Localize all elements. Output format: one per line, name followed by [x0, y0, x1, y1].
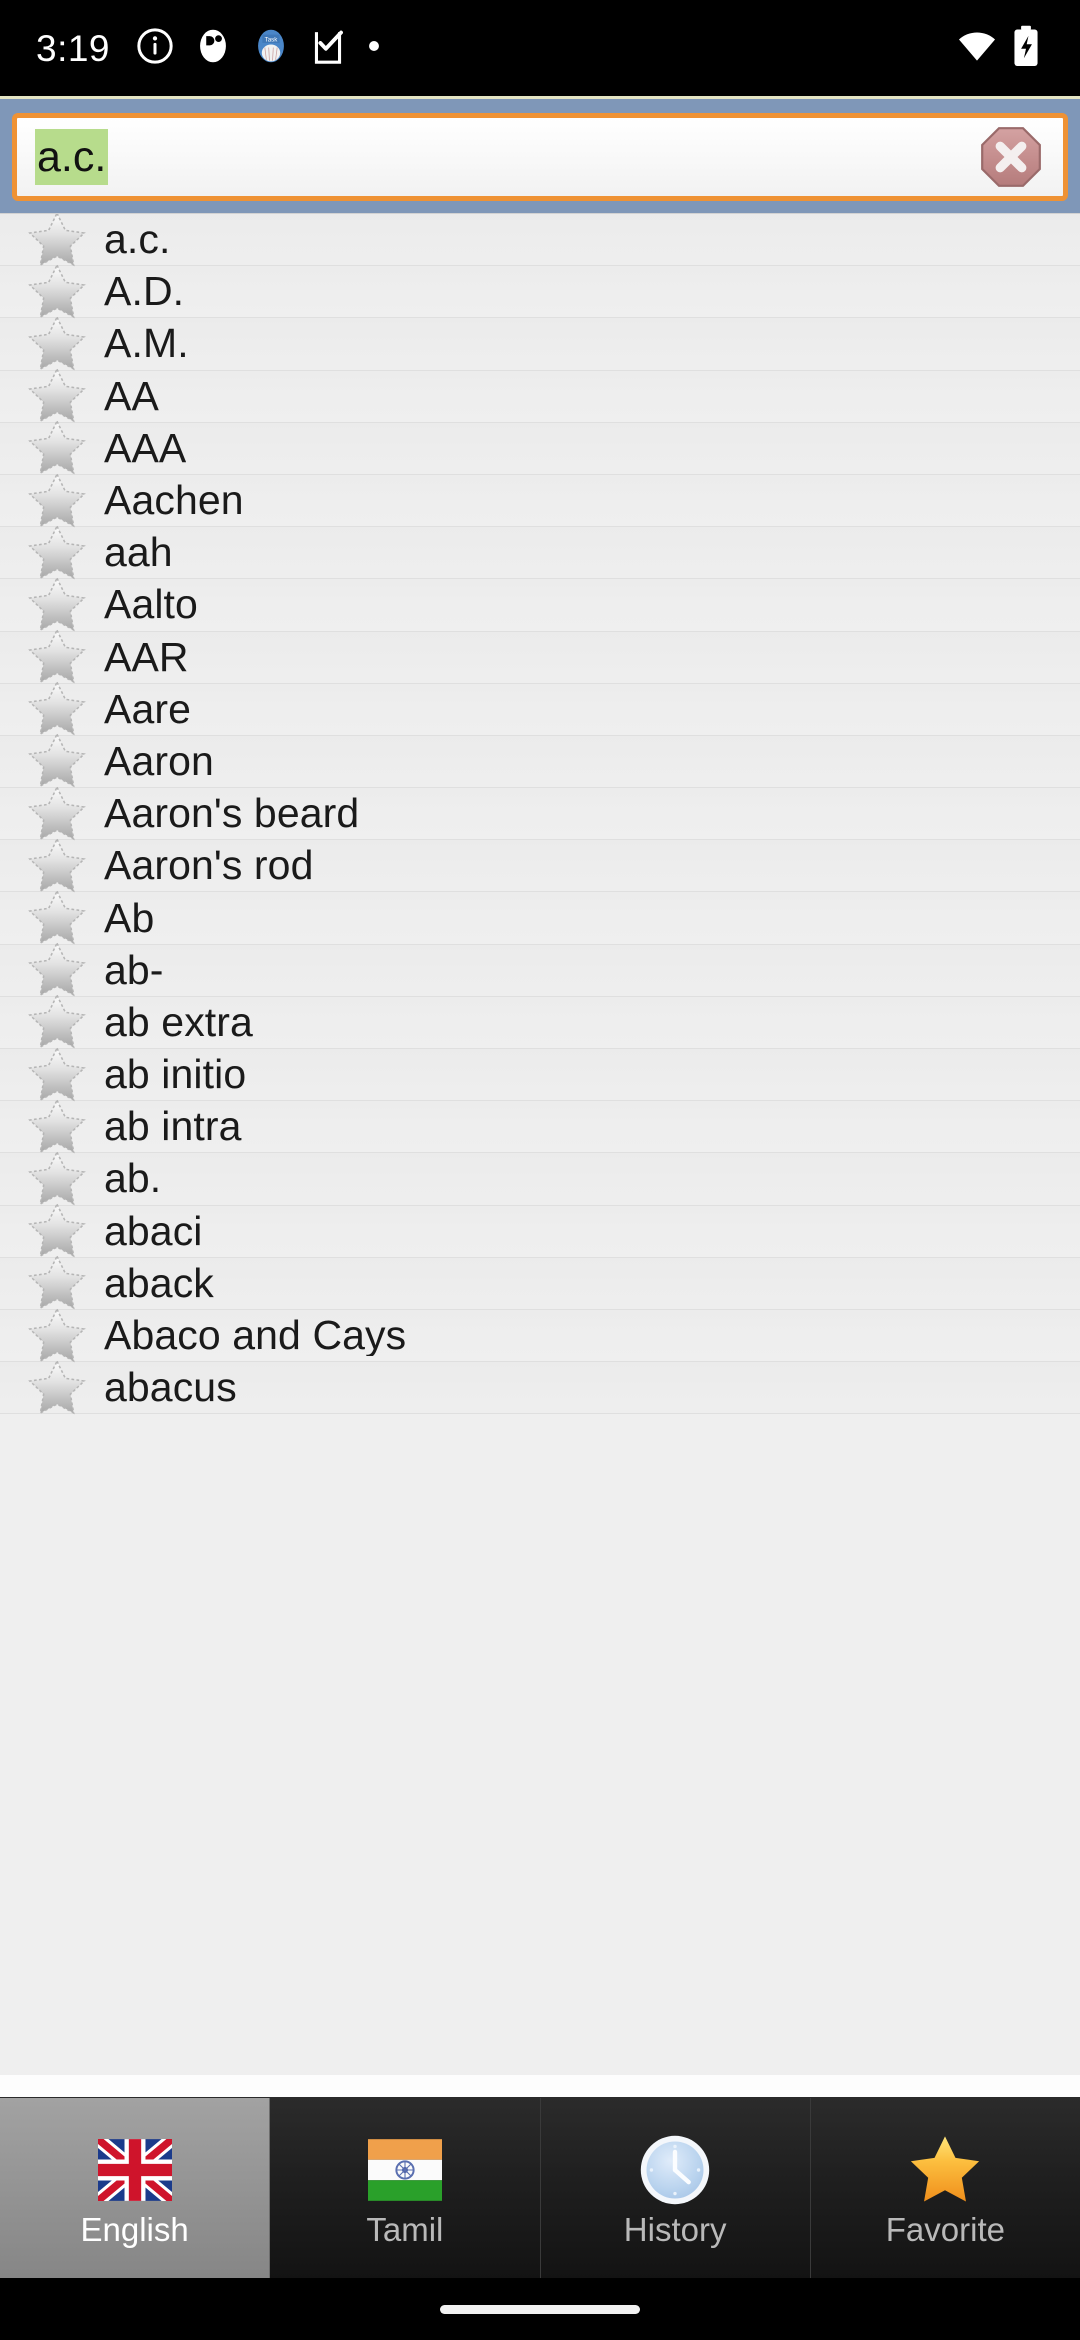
star-outline-gray-icon[interactable] — [26, 1357, 88, 1419]
word-list-item[interactable]: Aare — [0, 680, 1080, 736]
word-list-item[interactable]: Abaco and Cays — [0, 1307, 1080, 1363]
word-list-item[interactable]: aah — [0, 524, 1080, 580]
word-list-item-label: AAR — [104, 636, 189, 678]
word-list-item[interactable]: a.c. — [0, 214, 1080, 267]
gold-star-icon — [901, 2131, 989, 2209]
word-list-item[interactable]: Aachen — [0, 472, 1080, 528]
word-list-item[interactable]: Aalto — [0, 576, 1080, 632]
word-list[interactable]: a.c. A.D. A.M. AA AAA Aachen aah Aalto AAR Aare Aa… — [0, 213, 1080, 2075]
bottom-tab-bar[interactable]: English Tamil History Favorite — [0, 2097, 1080, 2278]
checkmark-task-icon — [310, 25, 346, 71]
uk-flag-icon — [91, 2131, 179, 2209]
dot-icon — [366, 38, 382, 59]
tab-favorite[interactable]: Favorite — [810, 2098, 1080, 2278]
word-list-item-label: Aaron's rod — [104, 845, 314, 887]
word-list-item[interactable]: A.D. — [0, 263, 1080, 319]
search-header: a.c. — [0, 96, 1080, 213]
word-list-item[interactable]: ab initio — [0, 1046, 1080, 1102]
word-list-item-label: AA — [104, 375, 159, 417]
word-list-item-label: ab initio — [104, 1054, 247, 1096]
word-list-item[interactable]: Aaron — [0, 732, 1080, 789]
word-list-item-label: Aaron's beard — [104, 793, 360, 835]
search-input-value: a.c. — [35, 129, 109, 185]
tab-tamil[interactable]: Tamil — [270, 2098, 541, 2278]
svg-text:Task: Task — [265, 36, 279, 43]
word-list-item-label: Aaron — [104, 740, 214, 782]
word-list-item-label: Aalto — [104, 584, 198, 626]
word-list-item[interactable]: ab intra — [0, 1098, 1080, 1154]
word-list-item[interactable]: Aaron's rod — [0, 837, 1080, 893]
tab-label: Favorite — [885, 2210, 1005, 2248]
word-list-item[interactable]: AA — [0, 367, 1080, 423]
word-list-item-label: ab intra — [104, 1106, 242, 1148]
word-list-item[interactable]: AAR — [0, 628, 1080, 684]
word-list-item[interactable]: ab- — [0, 941, 1080, 997]
word-list-item-label: A.D. — [104, 271, 185, 313]
gesture-nav-area — [0, 2278, 1080, 2340]
india-flag-icon — [361, 2131, 449, 2209]
word-list-item-label: ab extra — [104, 1001, 253, 1043]
word-list-item-label: abacus — [104, 1367, 237, 1409]
battery-charging-icon — [1012, 25, 1040, 72]
status-bar-right — [956, 25, 1040, 72]
word-list-item[interactable]: abacus — [0, 1359, 1080, 1415]
gesture-home-pill[interactable] — [440, 2304, 640, 2314]
tab-label: English — [80, 2210, 189, 2248]
status-bar: 3:19 Task — [0, 0, 1080, 96]
word-list-item[interactable]: abaci — [0, 1202, 1080, 1258]
tab-label: History — [623, 2210, 727, 2248]
status-bar-left: 3:19 Task — [36, 25, 382, 71]
word-list-item-label: Ab — [104, 897, 155, 939]
word-list-item-label: abaci — [104, 1210, 203, 1252]
search-text-container[interactable]: a.c. — [35, 118, 979, 196]
word-list-item-label: aback — [104, 1262, 214, 1304]
search-input[interactable]: a.c. — [12, 113, 1068, 201]
word-list-item-label: ab- — [104, 949, 164, 991]
word-list-item[interactable]: ab extra — [0, 993, 1080, 1049]
tabbar-spacer — [0, 2075, 1080, 2097]
word-list-item[interactable]: Ab — [0, 889, 1080, 945]
tab-english[interactable]: English — [0, 2098, 271, 2278]
app-window: 3:19 Task a.c. a.c. A.D. A.M. AA AAA Aac… — [0, 0, 1080, 2340]
word-list-item-label: a.c. — [104, 219, 171, 261]
status-bar-clock: 3:19 — [36, 27, 111, 69]
info-icon — [136, 27, 174, 70]
tab-label: Tamil — [366, 2210, 444, 2248]
word-list-item-label: aah — [104, 532, 173, 574]
word-list-item-label: Abaco and Cays — [104, 1315, 407, 1357]
taskbucks-notification-icon: Task — [252, 26, 290, 71]
clock-icon — [631, 2131, 719, 2209]
word-list-item[interactable]: ab. — [0, 1150, 1080, 1206]
word-list-item[interactable]: aback — [0, 1254, 1080, 1310]
word-list-item-label: AAA — [104, 427, 187, 469]
word-list-item-label: A.M. — [104, 323, 189, 365]
wifi-icon — [956, 29, 998, 68]
clear-search-button[interactable] — [979, 125, 1043, 189]
word-list-item-label: Aachen — [104, 480, 244, 522]
word-list-item[interactable]: AAA — [0, 419, 1080, 475]
app-notification-icon — [194, 26, 232, 71]
word-list-item-label: ab. — [104, 1158, 162, 1200]
word-list-item[interactable]: A.M. — [0, 315, 1080, 371]
word-list-item[interactable]: Aaron's beard — [0, 785, 1080, 841]
tab-history[interactable]: History — [540, 2098, 811, 2278]
word-list-item-label: Aare — [104, 688, 192, 730]
